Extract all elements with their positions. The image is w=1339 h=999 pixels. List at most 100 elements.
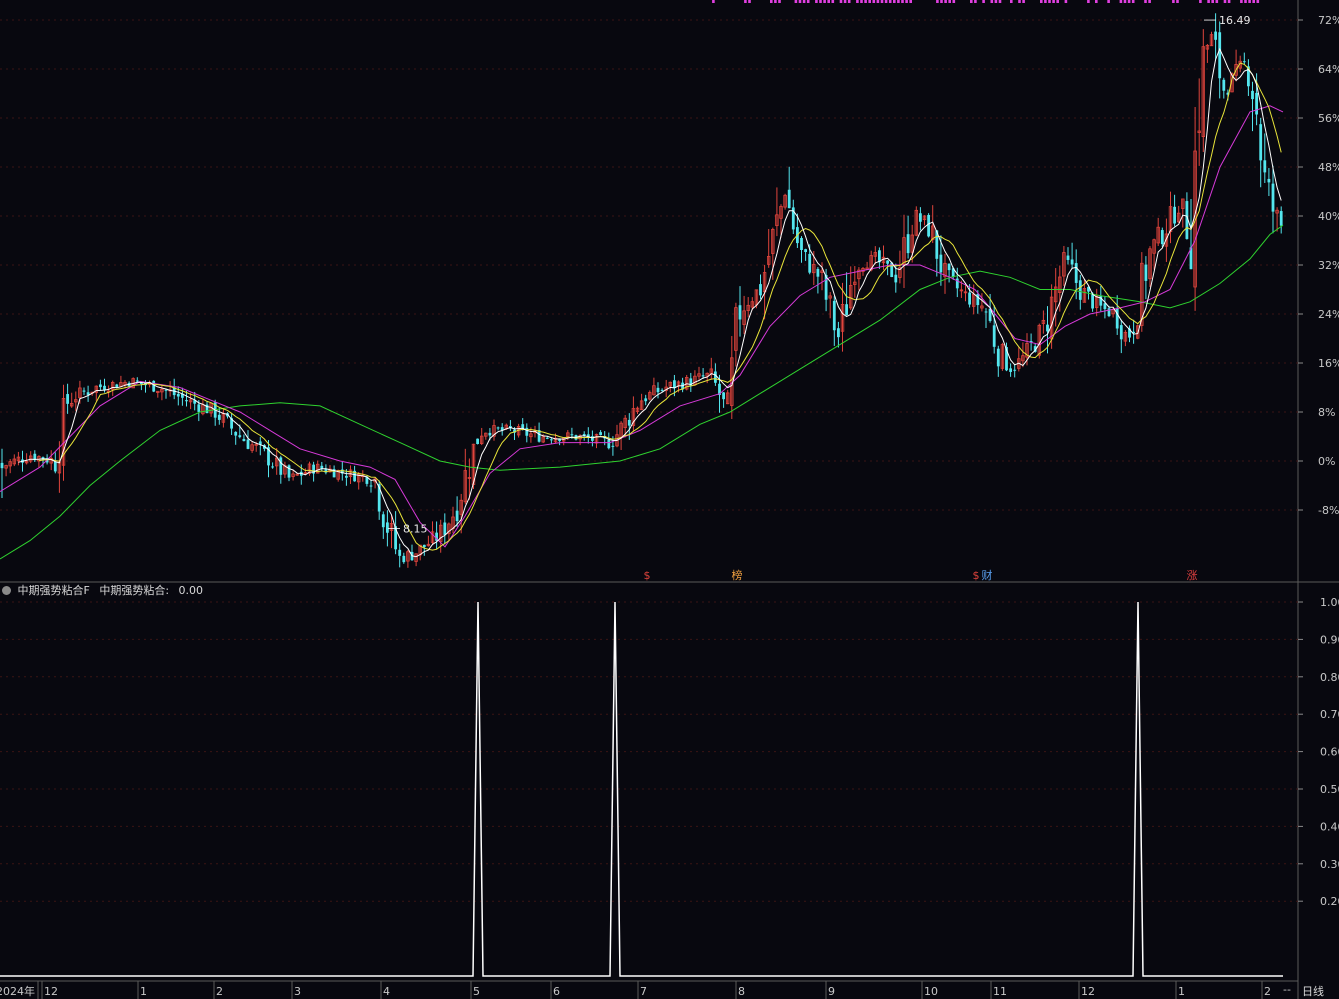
- signal-bar: [819, 0, 822, 3]
- candle-body: [197, 404, 201, 412]
- main-y-tick-label: 56%: [1318, 112, 1339, 125]
- candle-body: [611, 445, 615, 447]
- candle-body: [1271, 183, 1275, 212]
- signal-bar: [1048, 0, 1051, 3]
- signal-bar: [831, 0, 835, 3]
- signal-bar: [839, 0, 843, 3]
- candle-body: [845, 304, 848, 315]
- candle-body: [345, 475, 348, 478]
- signal-bar: [1044, 0, 1047, 3]
- indicator-value: 0.00: [178, 584, 204, 597]
- signal-bar: [1199, 0, 1202, 3]
- main-y-tick-label: -8%: [1318, 504, 1339, 517]
- x-tick-label: 1: [1178, 985, 1185, 998]
- signal-bar: [1211, 0, 1214, 3]
- signal-bar: [1018, 0, 1021, 3]
- candle-body: [1013, 369, 1017, 371]
- candle-body: [1222, 79, 1226, 91]
- indicator-y-tick-label: 1.00: [1320, 596, 1339, 609]
- candle-body: [1070, 259, 1074, 265]
- chart-canvas[interactable]: 72% 64% 56% 48% 40% 32% 24% 16% 8% 0% -8% 1.00 0.90 0…: [0, 0, 1339, 999]
- signal-bar: [970, 0, 973, 3]
- candle-body: [927, 214, 930, 237]
- ma-slow-line: [0, 105, 1284, 548]
- signal-bar: [909, 0, 912, 3]
- signal-bar: [1095, 0, 1098, 3]
- x-tick-label: 4: [383, 985, 390, 998]
- candle-body: [570, 434, 574, 436]
- main-y-tick-label: 48%: [1318, 161, 1339, 174]
- signal-bar: [990, 0, 994, 3]
- signal-bar: [815, 0, 818, 3]
- candle-body: [1009, 368, 1012, 372]
- candle-body: [1091, 293, 1094, 309]
- event-marker: 涨: [1187, 569, 1198, 582]
- signal-bar: [998, 0, 1002, 3]
- candle-body: [558, 439, 561, 442]
- signal-bar: [1131, 0, 1135, 3]
- candle-body: [246, 439, 250, 449]
- x-tick-label: 11: [993, 985, 1007, 998]
- signal-bar: [868, 0, 871, 3]
- signal-bar: [876, 0, 880, 3]
- x-tick-label: 2: [216, 985, 223, 998]
- candle-body: [242, 438, 246, 442]
- candle-body: [82, 390, 86, 392]
- indicator-settings-icon[interactable]: [2, 586, 11, 595]
- period-button[interactable]: 日线: [1302, 983, 1324, 999]
- candle-body: [279, 457, 283, 475]
- candle-body: [476, 438, 479, 445]
- x-tick-label: 3: [294, 985, 301, 998]
- signal-bar: [1123, 0, 1127, 3]
- signal-bar: [1244, 0, 1247, 3]
- candle-body: [939, 254, 943, 273]
- candle-body: [1279, 211, 1283, 226]
- x-tick-label: 1: [140, 985, 147, 998]
- candle-body: [135, 380, 139, 382]
- candle-body: [217, 414, 221, 420]
- signal-bar: [1240, 0, 1243, 3]
- signal-bar: [880, 0, 884, 3]
- indicator-y-tick-label: 0.30: [1320, 858, 1339, 871]
- signal-bar: [794, 0, 798, 3]
- candle-body: [660, 389, 664, 391]
- signal-bar: [864, 0, 867, 3]
- x-tick-label: 5: [473, 985, 480, 998]
- candle-body: [386, 522, 389, 533]
- candle-body: [238, 435, 242, 438]
- signal-bar: [1256, 0, 1260, 3]
- candle-body: [1066, 255, 1070, 260]
- signal-bar: [1064, 0, 1068, 3]
- candle-body: [369, 485, 373, 487]
- main-y-tick-label: 64%: [1318, 63, 1339, 76]
- candle-body: [968, 292, 971, 305]
- signal-bar: [1248, 0, 1251, 3]
- candle-body: [381, 514, 385, 528]
- signal-bar: [1172, 0, 1175, 3]
- signal-bar: [1148, 0, 1151, 3]
- signal-bar: [1010, 0, 1013, 3]
- right-edge-marker: --: [1283, 983, 1291, 996]
- signal-bar: [843, 0, 847, 3]
- x-tick-label: 12: [1081, 985, 1095, 998]
- candle-body: [1242, 61, 1246, 63]
- main-y-tick-label: 0%: [1318, 455, 1335, 468]
- candle-body: [164, 389, 168, 391]
- signal-bar: [1127, 0, 1131, 3]
- signal-bar: [1022, 0, 1025, 3]
- main-y-tick-label: 8%: [1318, 406, 1335, 419]
- candle-body: [1099, 295, 1103, 306]
- signal-bar: [827, 0, 830, 3]
- candle-body: [816, 268, 820, 277]
- candle-body: [722, 392, 725, 400]
- candle-body: [1173, 206, 1176, 224]
- signal-bar: [884, 0, 888, 3]
- candle-body: [402, 555, 406, 563]
- main-y-tick-label: 32%: [1318, 259, 1339, 272]
- candle-body: [644, 398, 648, 402]
- x-tick-label: 6: [553, 985, 560, 998]
- signal-bar: [1107, 0, 1110, 3]
- signal-bar: [888, 0, 892, 3]
- candle-body: [525, 427, 529, 436]
- candle-body: [804, 249, 807, 253]
